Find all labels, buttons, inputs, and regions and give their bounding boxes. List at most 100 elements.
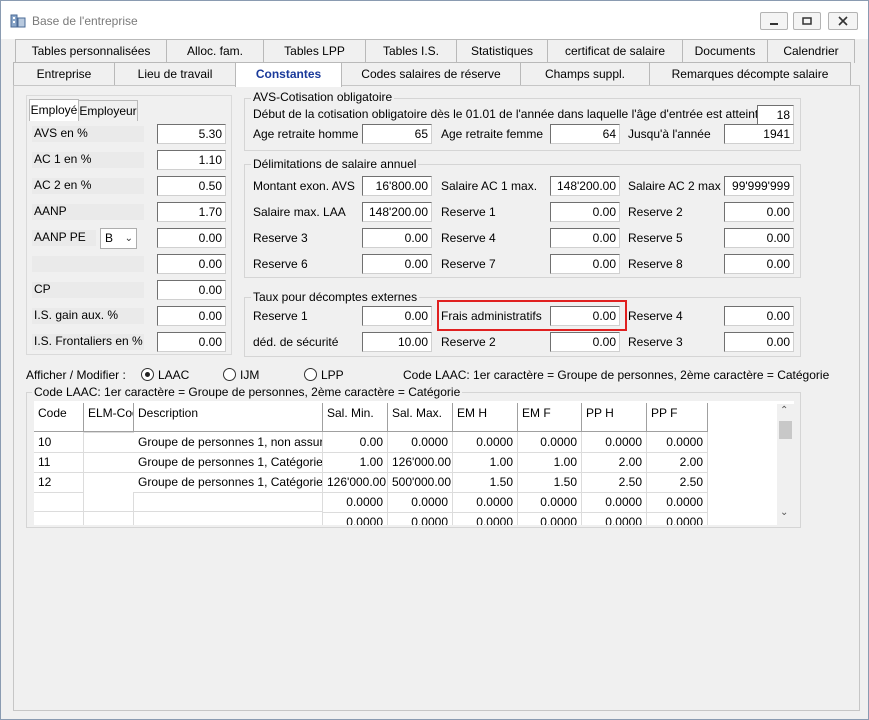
tab-lieu-de-travail[interactable]: Lieu de travail (114, 62, 236, 86)
laac-table[interactable]: Code ELM-Cod Description Sal. Min. Sal. … (34, 401, 794, 525)
delim-reserve7-input[interactable]: 0.00 (550, 254, 620, 274)
close-button[interactable] (828, 12, 858, 30)
table-cell[interactable]: Groupe de personnes 1, non assuré (134, 432, 323, 453)
tab-entreprise[interactable]: Entreprise (13, 62, 115, 86)
table-cell[interactable]: 2.00 (582, 452, 647, 473)
delim-reserve2-input[interactable]: 0.00 (724, 202, 794, 222)
is-frontaliers-input[interactable]: 0.00 (157, 332, 226, 352)
table-cell[interactable]: 10 (34, 432, 84, 453)
tab-tables-is[interactable]: Tables I.S. (365, 39, 457, 63)
minimize-button[interactable] (760, 12, 788, 30)
table-cell[interactable]: 126'000.00 (323, 472, 388, 493)
table-cell[interactable] (84, 492, 134, 512)
restore-button[interactable] (793, 12, 821, 30)
table-cell[interactable]: 126'000.00 (388, 452, 453, 473)
col-em-f[interactable]: EM F (518, 403, 582, 432)
table-cell[interactable]: 1.50 (453, 472, 518, 493)
delim-reserve8-input[interactable]: 0.00 (724, 254, 794, 274)
scroll-thumb[interactable] (779, 421, 792, 439)
table-cell[interactable]: 0.0000 (323, 512, 388, 525)
radio-laac[interactable] (141, 368, 154, 381)
table-cell[interactable]: Groupe de personnes 1, Catégorie 1 (134, 452, 323, 473)
table-cell[interactable]: 0.0000 (647, 512, 708, 525)
col-sal-max[interactable]: Sal. Max. (388, 403, 453, 432)
table-scrollbar[interactable]: ⌃ ⌄ (777, 404, 794, 525)
table-cell[interactable]: 0.0000 (518, 432, 582, 453)
delim-reserve1-input[interactable]: 0.00 (550, 202, 620, 222)
radio-ijm[interactable] (223, 368, 236, 381)
table-cell[interactable] (134, 512, 323, 525)
table-cell[interactable]: 0.0000 (388, 512, 453, 525)
is-gain-aux-input[interactable]: 0.00 (157, 306, 226, 326)
avs-rate-input[interactable]: 5.30 (157, 124, 226, 144)
table-cell[interactable]: 500'000.00 (388, 472, 453, 493)
extra-rate-input[interactable]: 0.00 (157, 254, 226, 274)
delim-reserve4-input[interactable]: 0.00 (550, 228, 620, 248)
table-cell[interactable]: 0.0000 (582, 432, 647, 453)
table-cell[interactable]: 0.00 (323, 432, 388, 453)
table-cell[interactable]: 11 (34, 452, 84, 473)
table-cell[interactable]: 0.0000 (518, 512, 582, 525)
jusqu-annee-input[interactable]: 1941 (724, 124, 794, 144)
table-cell[interactable] (84, 452, 134, 453)
table-cell[interactable]: 0.0000 (582, 492, 647, 513)
tab-alloc-fam[interactable]: Alloc. fam. (166, 39, 264, 63)
subtab-employe[interactable]: Employé (29, 99, 79, 121)
delim-reserve6-input[interactable]: 0.00 (362, 254, 432, 274)
delim-reserve5-input[interactable]: 0.00 (724, 228, 794, 248)
table-cell[interactable]: 0.0000 (647, 492, 708, 513)
aanp-pe-combo[interactable]: B ⌄ (100, 228, 137, 249)
salaire-ac1-max-input[interactable]: 148'200.00 (550, 176, 620, 196)
age-retraite-homme-input[interactable]: 65 (362, 124, 432, 144)
radio-lpp[interactable] (304, 368, 317, 381)
ac2-rate-input[interactable]: 0.50 (157, 176, 226, 196)
table-cell[interactable] (34, 492, 84, 512)
table-cell[interactable]: 2.50 (582, 472, 647, 493)
col-pp-h[interactable]: PP H (582, 403, 647, 432)
taux-reserve2-input[interactable]: 0.00 (550, 332, 620, 352)
col-elm-cod[interactable]: ELM-Cod (84, 403, 134, 432)
cp-rate-input[interactable]: 0.00 (157, 280, 226, 300)
tab-constantes[interactable]: Constantes (235, 62, 342, 87)
ac1-rate-input[interactable]: 1.10 (157, 150, 226, 170)
radio-ijm-label[interactable]: IJM (240, 368, 259, 382)
tab-statistiques[interactable]: Statistiques (456, 39, 548, 63)
table-cell[interactable]: 1.00 (323, 452, 388, 473)
taux-reserve4-input[interactable]: 0.00 (724, 306, 794, 326)
subtab-employeur[interactable]: Employeur (78, 100, 138, 121)
col-sal-min[interactable]: Sal. Min. (323, 403, 388, 432)
table-cell[interactable] (84, 432, 134, 433)
table-cell[interactable]: 0.0000 (647, 432, 708, 453)
chevron-up-icon[interactable]: ⌃ (780, 405, 788, 416)
montant-exon-avs-input[interactable]: 16'800.00 (362, 176, 432, 196)
table-cell[interactable] (134, 492, 323, 512)
delim-reserve3-input[interactable]: 0.00 (362, 228, 432, 248)
table-cell[interactable]: 0.0000 (518, 492, 582, 513)
table-cell[interactable]: 0.0000 (582, 512, 647, 525)
tab-calendrier[interactable]: Calendrier (767, 39, 855, 63)
table-cell[interactable]: 1.00 (518, 452, 582, 473)
taux-reserve1-input[interactable]: 0.00 (362, 306, 432, 326)
taux-reserve3-input[interactable]: 0.00 (724, 332, 794, 352)
salaire-ac2-max-input[interactable]: 99'999'999 (724, 176, 794, 196)
table-cell[interactable]: 0.0000 (453, 492, 518, 513)
avs-debut-input[interactable]: 18 (757, 105, 794, 125)
radio-lpp-label[interactable]: LPP (321, 368, 344, 382)
table-cell[interactable]: 0.0000 (453, 512, 518, 525)
table-cell[interactable]: 0.0000 (388, 432, 453, 453)
table-cell[interactable] (34, 512, 84, 525)
radio-laac-label[interactable]: LAAC (158, 368, 189, 382)
age-retraite-femme-input[interactable]: 64 (550, 124, 620, 144)
table-cell[interactable]: 1.00 (453, 452, 518, 473)
col-em-h[interactable]: EM H (453, 403, 518, 432)
table-cell[interactable]: 12 (34, 472, 84, 493)
salaire-max-laa-input[interactable]: 148'200.00 (362, 202, 432, 222)
table-cell[interactable]: 0.0000 (388, 492, 453, 513)
table-cell[interactable] (84, 512, 134, 525)
tab-certificat-salaire[interactable]: certificat de salaire (547, 39, 683, 63)
tab-remarques-decompte[interactable]: Remarques décompte salaire (649, 62, 851, 86)
table-cell[interactable]: 0.0000 (323, 492, 388, 513)
tab-codes-salaires-reserve[interactable]: Codes salaires de réserve (341, 62, 521, 86)
table-cell[interactable]: Groupe de personnes 1, Catégorie 2 (134, 472, 323, 493)
table-cell[interactable]: 0.0000 (453, 432, 518, 453)
